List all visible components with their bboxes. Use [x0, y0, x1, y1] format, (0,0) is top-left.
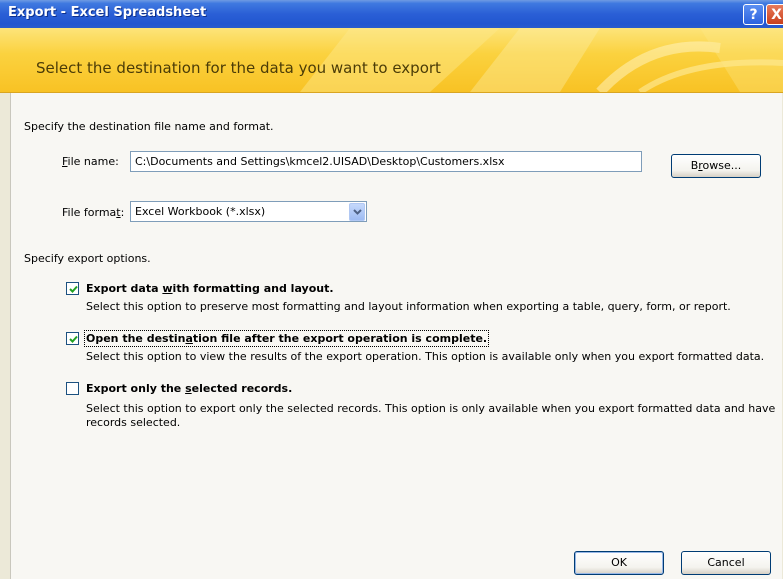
header-banner: Select the destination for the data you … [0, 28, 783, 93]
checkbox-open-destination[interactable] [66, 332, 79, 345]
option-formatting-title: Export data with formatting and layout. [86, 282, 334, 295]
cancel-button[interactable]: Cancel [681, 551, 771, 575]
dialog-body: Specify the destination file name and fo… [10, 93, 782, 579]
help-button[interactable]: ? [743, 4, 764, 25]
checkmark-icon [69, 335, 78, 343]
option-selected-records-description: Select this option to export only the se… [86, 402, 776, 429]
file-name-label: File name: [62, 155, 119, 168]
file-format-label: File format: [62, 206, 125, 219]
title-bar[interactable]: Export - Excel Spreadsheet ? X [0, 0, 783, 29]
checkbox-export-formatting[interactable] [66, 282, 79, 295]
checkmark-icon [69, 285, 78, 293]
chevron-down-icon[interactable] [349, 203, 365, 221]
file-format-value: Excel Workbook (*.xlsx) [135, 205, 266, 218]
option-selected-records-title: Export only the selected records. [86, 382, 293, 395]
window-title: Export - Excel Spreadsheet [8, 5, 207, 20]
file-name-input[interactable]: C:\Documents and Settings\kmcel2.UISAD\D… [130, 151, 642, 172]
checkbox-selected-records[interactable] [66, 382, 79, 395]
option-formatting-description: Select this option to preserve most form… [86, 300, 731, 313]
export-dialog: Export - Excel Spreadsheet ? X Select th… [0, 0, 783, 579]
close-button[interactable]: X [766, 4, 783, 25]
option-open-destination-description: Select this option to view the results o… [86, 350, 765, 363]
banner-heading: Select the destination for the data you … [36, 59, 441, 77]
export-options-heading: Specify export options. [24, 252, 151, 265]
browse-button[interactable]: Browse... [671, 154, 761, 178]
destination-instruction: Specify the destination file name and fo… [24, 120, 274, 133]
option-open-destination-title: Open the destination file after the expo… [83, 330, 490, 347]
file-format-select[interactable]: Excel Workbook (*.xlsx) [130, 201, 367, 222]
ok-button[interactable]: OK [574, 551, 664, 575]
